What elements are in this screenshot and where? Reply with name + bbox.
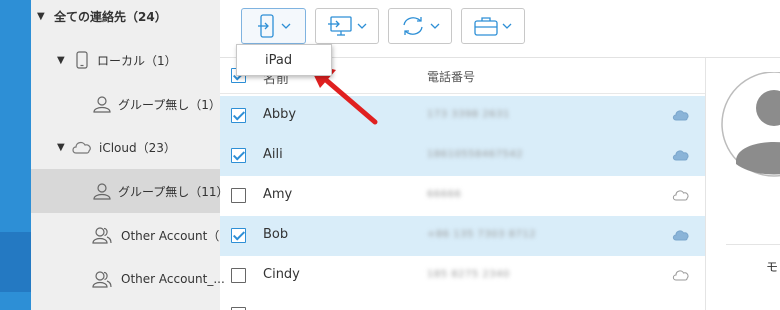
group-icon <box>92 271 112 288</box>
phone-icon <box>76 51 88 69</box>
row-checkbox[interactable] <box>231 148 246 163</box>
sidebar: ▼ 全ての連絡先（24） ▼ ローカル（1） グループ無し（1） ▼ iClou… <box>31 0 229 310</box>
sidebar-item-all-contacts[interactable]: ▼ 全ての連絡先（24） <box>31 0 220 38</box>
caret-down-icon[interactable]: ▼ <box>57 55 69 66</box>
chevron-down-icon <box>281 23 290 29</box>
table-row[interactable] <box>220 296 705 310</box>
contact-name: Abby <box>263 107 297 122</box>
column-header-phone[interactable]: 電話番号 <box>427 68 475 85</box>
cloud-synced-icon <box>672 230 689 241</box>
table-row[interactable]: Amy 66666 <box>220 176 705 216</box>
sidebar-item-icloud[interactable]: ▼ iCloud（23） <box>31 125 220 169</box>
contact-name: Cindy <box>263 267 300 282</box>
device-transfer-icon <box>257 14 274 38</box>
sidebar-item-other-account-2[interactable]: Other Account_... <box>31 257 225 301</box>
table-row[interactable]: Cindy 185 8275 2340 <box>220 256 705 296</box>
row-checkbox[interactable] <box>231 268 246 283</box>
cloud-outline-icon <box>672 270 689 281</box>
toolbox-icon <box>474 17 498 36</box>
detail-divider <box>726 244 780 245</box>
cloud-synced-icon <box>672 150 689 161</box>
contact-phone: 185 8275 2340 <box>427 269 510 280</box>
caret-down-icon[interactable]: ▼ <box>37 11 49 22</box>
sidebar-item-label: グループ無し（11） <box>118 184 229 199</box>
chevron-down-icon <box>430 23 440 29</box>
contact-phone: +86 135 7303 8712 <box>427 229 537 240</box>
cloud-outline-icon <box>672 190 689 201</box>
export-to-pc-button[interactable] <box>315 8 379 44</box>
contact-name: Aili <box>263 147 283 162</box>
sync-icon <box>403 17 423 35</box>
person-icon <box>93 96 111 113</box>
table-row[interactable]: Bob +86 135 7303 8712 <box>220 216 705 256</box>
sidebar-item-label: iCloud（23） <box>99 140 176 155</box>
cloud-icon <box>72 141 91 154</box>
contact-phone: 18610558467542 <box>427 149 524 160</box>
detail-field-label: モ <box>766 260 779 274</box>
caret-down-icon[interactable]: ▼ <box>57 142 69 153</box>
chevron-down-icon <box>502 23 512 29</box>
group-icon <box>92 227 112 244</box>
row-checkbox[interactable] <box>231 108 246 123</box>
export-to-device-button[interactable] <box>241 8 306 44</box>
sidebar-item-icloud-no-group[interactable]: グループ無し（11） <box>31 169 229 213</box>
app-edge-strip-dark <box>0 232 31 292</box>
table-row[interactable]: Abby 173 3398 2631 <box>220 96 705 136</box>
app-edge-strip <box>0 0 31 310</box>
contact-name: Amy <box>263 187 293 202</box>
contact-detail-pane: モ <box>706 58 780 310</box>
contact-phone: 173 3398 2631 <box>427 109 510 120</box>
contact-list: 名前 電話番号 Abby 173 3398 2631 Aili 18610558… <box>220 58 705 310</box>
sidebar-item-local[interactable]: ▼ ローカル（1） <box>31 38 220 82</box>
contact-name: Bob <box>263 227 289 242</box>
person-icon <box>93 183 111 200</box>
sidebar-item-other-account-1[interactable]: Other Account（. <box>31 213 224 257</box>
sidebar-item-label: ローカル（1） <box>97 53 177 68</box>
computer-transfer-icon <box>328 16 352 36</box>
row-checkbox[interactable] <box>231 228 246 243</box>
row-checkbox[interactable] <box>231 188 246 203</box>
cloud-synced-icon <box>672 110 689 121</box>
sidebar-item-label: Other Account（. <box>121 228 224 243</box>
avatar-placeholder-icon <box>721 72 780 177</box>
toolbox-button[interactable] <box>461 8 525 44</box>
sync-button[interactable] <box>388 8 452 44</box>
sidebar-item-label: 全ての連絡先（24） <box>54 9 167 24</box>
sidebar-item-label: グループ無し（1） <box>118 97 221 112</box>
chevron-down-icon <box>357 23 367 29</box>
menu-item-ipad[interactable]: iPad <box>265 53 292 68</box>
sidebar-item-local-no-group[interactable]: グループ無し（1） <box>31 82 221 126</box>
table-row[interactable]: Aili 18610558467542 <box>220 136 705 176</box>
contact-phone: 66666 <box>427 189 462 200</box>
sidebar-item-label: Other Account_... <box>121 272 225 286</box>
device-dropdown-menu: iPad <box>236 44 332 76</box>
